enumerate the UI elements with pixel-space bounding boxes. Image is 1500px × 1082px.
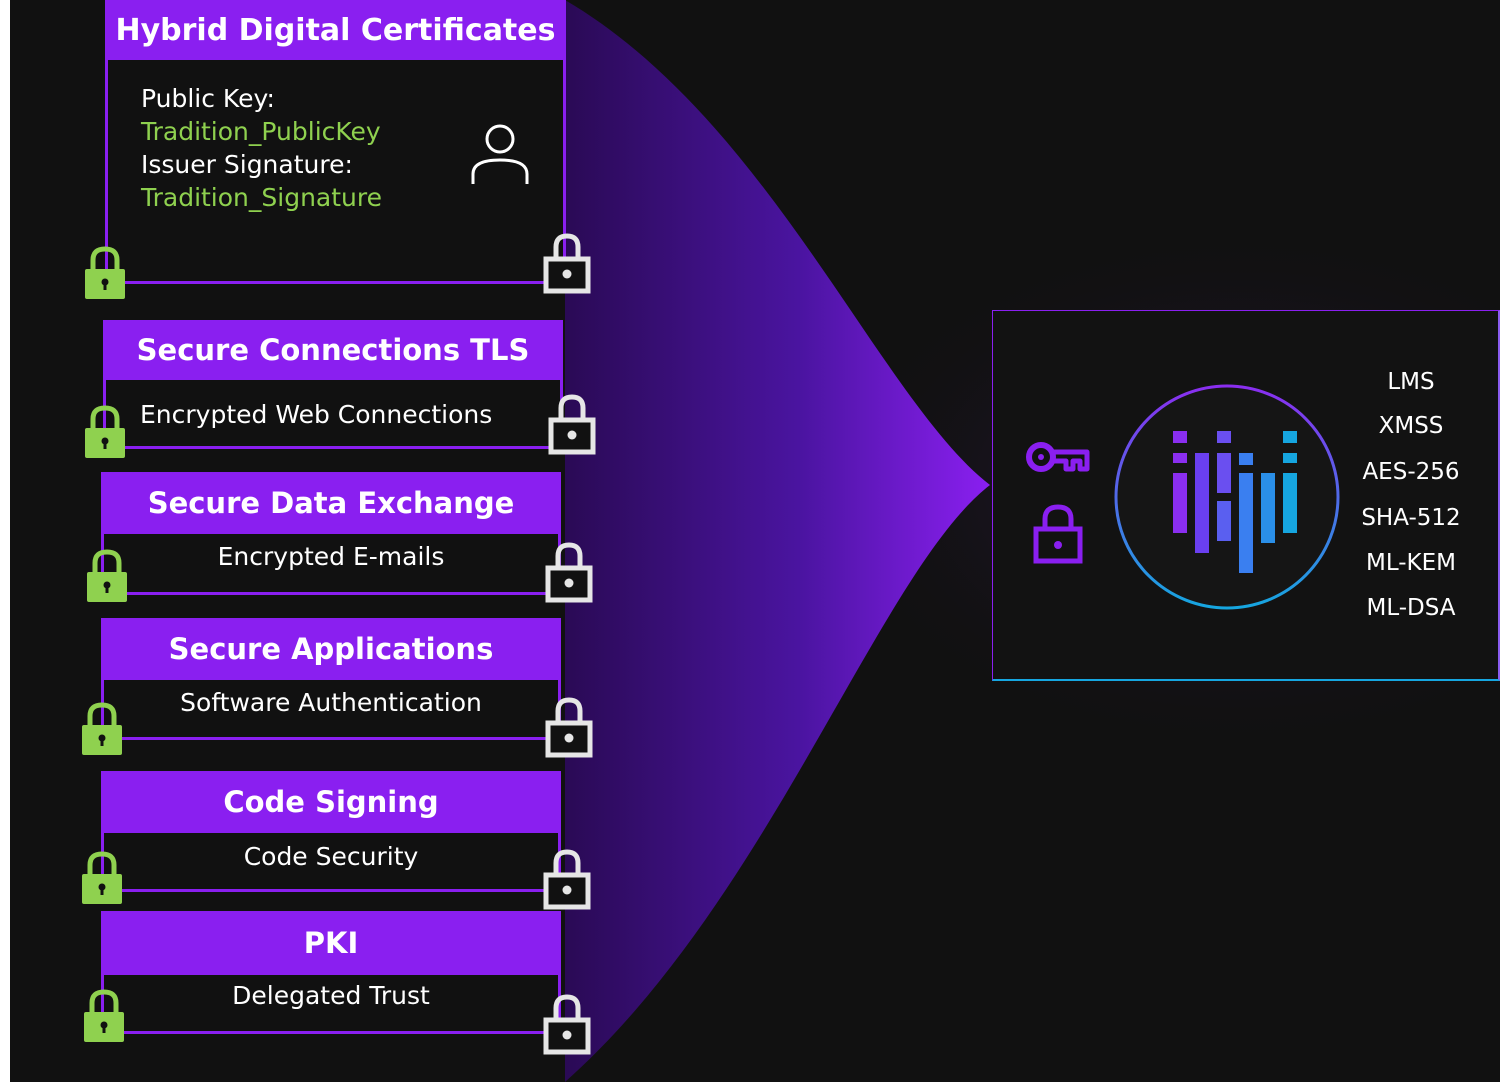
panel-5: PKI Delegated Trust — [101, 911, 561, 1034]
hybrid-certificates-panel: Hybrid Digital Certificates Public Key: … — [105, 0, 566, 284]
algorithm-item: XMSS — [1378, 413, 1444, 439]
algorithm-item: LMS — [1387, 369, 1435, 395]
diagram-canvas: Hybrid Digital Certificates Public Key: … — [10, 0, 1500, 1082]
key-icon — [1026, 442, 1090, 472]
panel-title: Code Signing — [101, 771, 561, 833]
panel-title: Secure Applications — [101, 618, 561, 680]
panel-3: Secure Applications Software Authenticati… — [101, 618, 561, 740]
panel-2: Secure Data Exchange Encrypted E-mails — [101, 472, 561, 595]
green-padlock-icon — [85, 405, 125, 458]
panel-title: Secure Data Exchange — [101, 472, 561, 534]
panel-title: PKI — [101, 911, 561, 975]
panel-1: Secure Connections TLS Encrypted Web Conn… — [103, 320, 563, 449]
algorithm-item: ML-DSA — [1366, 595, 1456, 621]
issuer-signature-value: Tradition_Signature — [141, 183, 383, 212]
algorithms-box: LMS XMSS AES-256 SHA-512 ML-KEM ML-DSA — [992, 310, 1500, 681]
green-padlock-icon — [87, 549, 127, 602]
green-padlock-icon — [82, 702, 122, 755]
white-padlock-icon — [543, 849, 591, 910]
white-padlock-icon — [543, 994, 591, 1055]
public-key-label: Public Key: — [141, 84, 275, 113]
panel-subtitle: Encrypted Web Connections — [140, 400, 493, 429]
panel-subtitle: Delegated Trust — [232, 981, 430, 1010]
certificate-fields: Public Key: Tradition_PublicKey Issuer S… — [141, 82, 382, 214]
white-padlock-icon — [545, 697, 593, 758]
panel-subtitle: Software Authentication — [180, 688, 482, 717]
panel-title: Hybrid Digital Certificates — [105, 0, 566, 60]
panel-subtitle: Code Security — [243, 842, 419, 871]
green-padlock-icon — [82, 851, 122, 904]
panel-title: Secure Connections TLS — [103, 320, 563, 380]
algorithm-item: AES-256 — [1362, 459, 1460, 485]
green-padlock-icon — [84, 989, 124, 1042]
white-padlock-icon — [545, 542, 593, 603]
green-padlock-icon — [85, 246, 125, 299]
white-padlock-icon — [543, 233, 591, 294]
algorithm-item: ML-KEM — [1365, 550, 1456, 576]
user-icon — [471, 124, 529, 184]
issuer-signature-label: Issuer Signature: — [141, 150, 353, 179]
algorithm-item: SHA-512 — [1361, 505, 1461, 531]
bar-logo-icon — [1114, 384, 1340, 610]
panel-4: Code Signing Code Security — [101, 771, 561, 892]
white-padlock-icon — [548, 394, 596, 455]
public-key-value: Tradition_PublicKey — [141, 117, 381, 146]
padlock-icon — [1033, 504, 1083, 564]
panel-subtitle: Encrypted E-mails — [217, 542, 445, 571]
